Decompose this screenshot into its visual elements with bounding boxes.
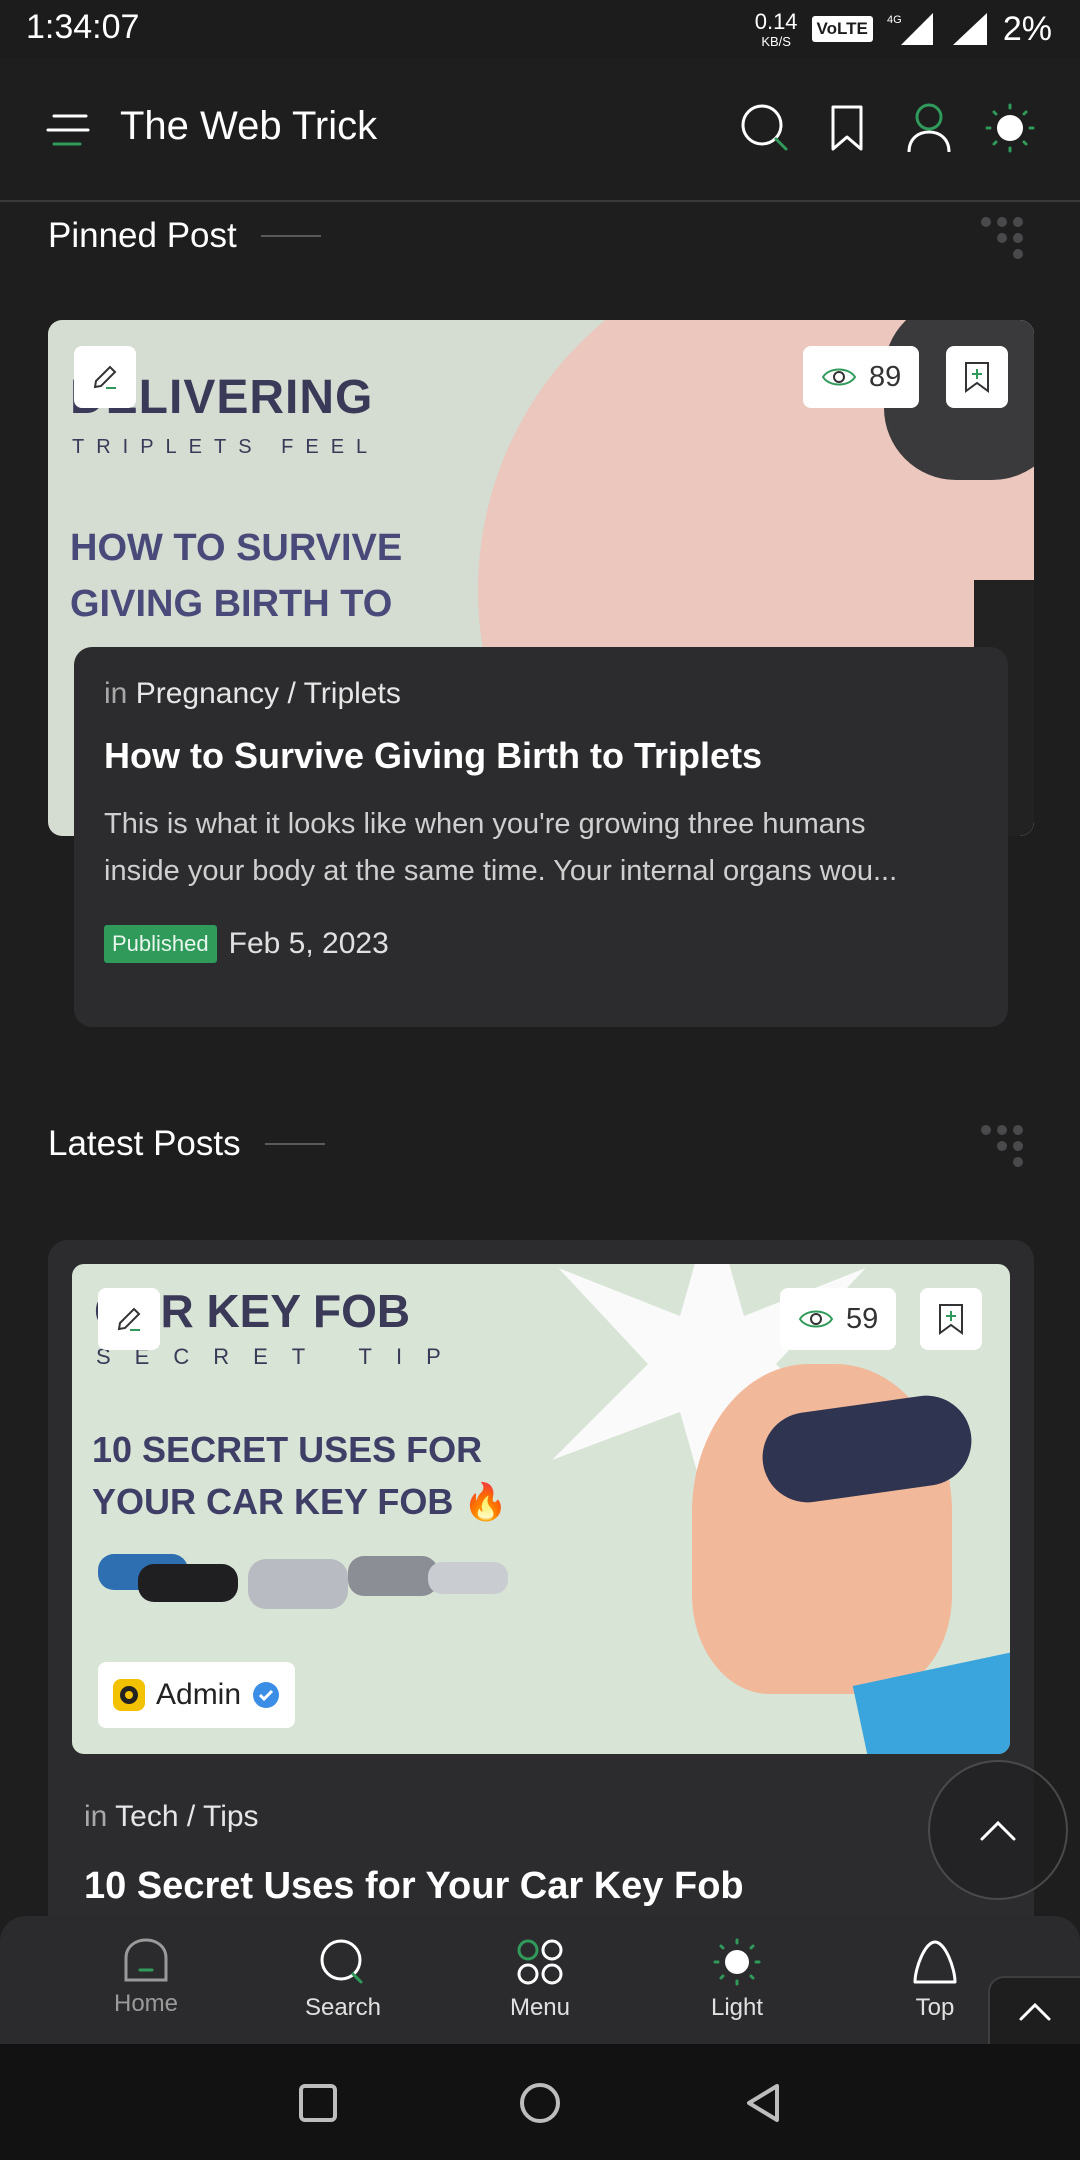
edit-button[interactable] [98,1288,160,1350]
back-triangle-icon [747,2084,779,2122]
edit-button[interactable] [74,346,136,408]
square-icon [299,2084,337,2122]
verified-icon [253,1682,280,1708]
scroll-top-button[interactable] [928,1760,1068,1900]
author-avatar-icon [113,1679,145,1711]
chevron-up-icon [1019,2002,1051,2021]
theme-toggle-icon [985,103,1035,153]
nav-menu[interactable]: Menu [470,1938,610,2022]
search-icon [320,1939,363,1984]
author-name: Admin [156,1678,242,1711]
status-time: 1:34:07 [26,8,140,46]
bookmark-icon [831,105,863,151]
pinned-post-card[interactable]: in Pregnancy / Triplets How to Survive G… [74,647,1008,1027]
author-badge[interactable]: Admin [98,1662,296,1728]
light-icon [713,1938,761,1986]
app-header: The Web Trick [0,58,1080,202]
cars-illustration [98,1554,508,1609]
network-speed-value: 0.14 [754,8,798,34]
post-category[interactable]: in Tech / Tips [84,1800,259,1834]
recents-button[interactable] [295,2080,341,2126]
pencil-icon [93,365,117,389]
post-title[interactable]: How to Survive Giving Birth to Triplets [104,733,978,779]
nav-search[interactable]: Search [273,1938,413,2022]
home-system-button[interactable] [517,2080,563,2126]
pinned-section-title: Pinned Post [48,216,321,256]
circle-icon [520,2083,560,2123]
user-icon [907,103,951,153]
menu-grid-icon [517,1939,563,1985]
search-icon [741,104,788,151]
views-count: 89 [869,360,902,393]
eye-icon [821,368,857,386]
volte-badge: VoLTE [811,16,873,42]
bookmarks-button[interactable] [817,98,877,158]
network-speed-unit: KB/S [761,33,791,49]
section-divider [264,1143,325,1145]
svg-text:4G: 4G [887,14,902,26]
image-caption: 10 SECRET USES FOR YOUR CAR KEY FOB 🔥 [92,1429,509,1522]
status-bar: 1:34:07 0.14 KB/S VoLTE 4G 2% [0,0,1080,58]
nav-top[interactable]: Top [865,1938,1005,2022]
top-icon [913,1940,957,1984]
post-category[interactable]: in Pregnancy / Triplets [104,677,978,711]
nav-menu-label: Menu [509,1994,571,2021]
network-speed: 0.14 KB/S [754,8,798,49]
pinned-section-label: Pinned Post [48,216,237,255]
collapse-nav-button[interactable] [988,1976,1080,2046]
status-indicators: 0.14 KB/S VoLTE 4G 2% [755,6,1052,52]
nav-top-label: Top [915,1994,955,2021]
post-date: Feb 5, 2023 [228,927,389,960]
signal-icon [952,13,987,45]
home-icon [124,1938,168,1982]
views-badge: 59 [780,1288,897,1350]
views-count: 59 [846,1302,879,1335]
search-button[interactable] [735,98,795,158]
chevron-up-icon [980,1820,1016,1841]
post-meta: Published Feb 5, 2023 [104,925,978,963]
dots-grid-icon [981,1125,1023,1167]
site-title[interactable]: The Web Trick [120,104,377,149]
nav-home[interactable]: Home [76,1938,216,2018]
section-divider [260,235,321,237]
image-caption: TRIPLETS FEEL [72,436,380,458]
system-navigation-bar [0,2044,1080,2160]
eye-icon [798,1310,834,1328]
signal-4g-icon: 4G [887,13,933,45]
battery-level: 2% [1002,9,1052,48]
dots-grid-icon [981,217,1023,259]
latest-section-label: Latest Posts [48,1124,241,1163]
menu-icon[interactable] [46,110,92,150]
bookmark-button[interactable] [946,346,1008,408]
views-badge: 89 [803,346,920,408]
latest-section-title: Latest Posts [48,1124,325,1164]
image-caption: HOW TO SURVIVE GIVING BIRTH TO [70,527,403,625]
nav-search-label: Search [304,1994,382,2021]
bottom-navigation: Home Search Menu Light Top [0,1916,1080,2044]
account-button[interactable] [899,98,959,158]
post-title[interactable]: 10 Secret Uses for Your Car Key Fob [84,1865,744,1908]
bookmark-button[interactable] [920,1288,982,1350]
nav-home-label: Home [113,1990,179,2017]
bookmark-add-icon [965,362,989,393]
theme-toggle-button[interactable] [980,98,1040,158]
latest-post-card[interactable]: CAR KEY FOB SECRET TIP 10 SECRET USES FO… [48,1240,1034,2000]
nav-light-label: Light [710,1994,764,2021]
pencil-icon [117,1307,141,1331]
status-badge: Published [104,925,217,963]
bookmark-add-icon [939,1304,963,1335]
post-excerpt: This is what it looks like when you're g… [104,808,898,887]
back-button[interactable] [740,2080,786,2126]
nav-light[interactable]: Light [667,1938,807,2022]
